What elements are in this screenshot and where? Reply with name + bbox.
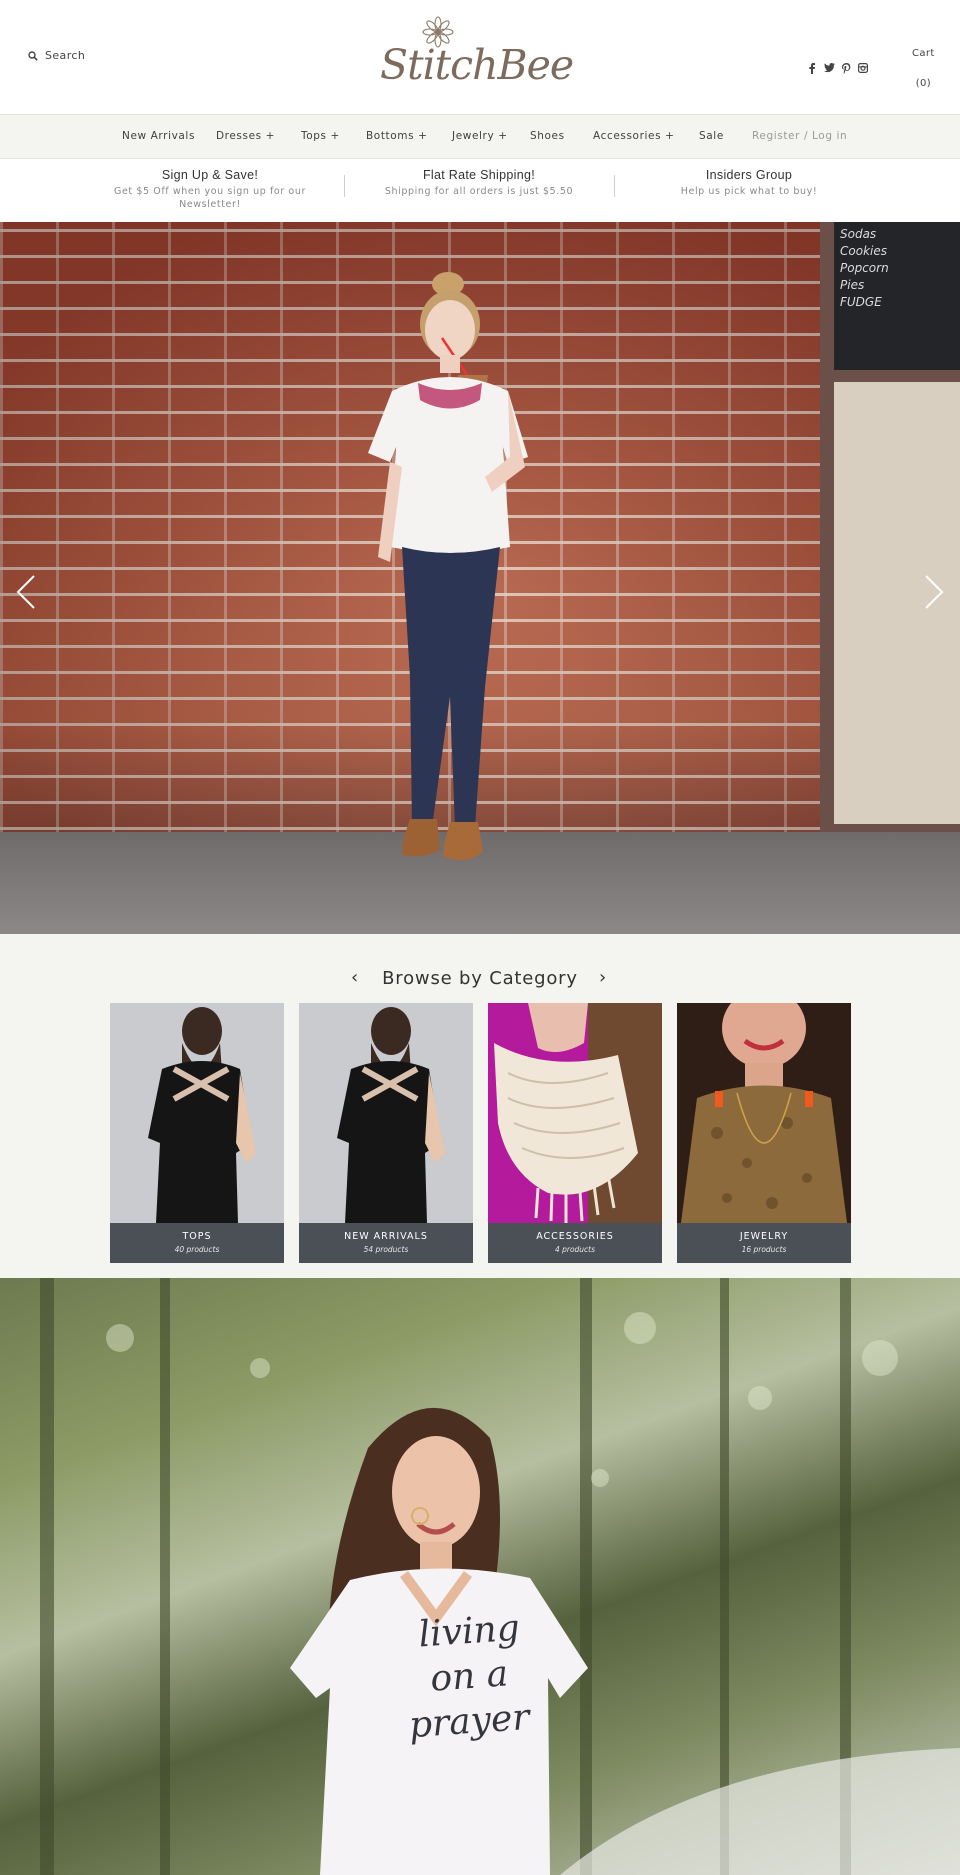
category-title: JEWELRY xyxy=(739,1231,789,1242)
category-image xyxy=(110,1003,284,1223)
cart-label: Cart xyxy=(912,48,935,59)
nav-item-new-arrivals[interactable]: New Arrivals xyxy=(122,130,195,142)
hero-slideshow[interactable]: Sodas Cookies Popcorn Pies FUDGE xyxy=(0,222,960,934)
category-card-accessories[interactable]: ACCESSORIES 4 products xyxy=(488,1003,662,1263)
category-count: 16 products xyxy=(741,1245,787,1254)
promo-bar: Sign Up & Save! Get $5 Off when you sign… xyxy=(0,159,960,222)
promo-title: Sign Up & Save! xyxy=(161,168,259,182)
category-caption: ACCESSORIES 4 products xyxy=(488,1223,662,1263)
promo-signup[interactable]: Sign Up & Save! Get $5 Off when you sign… xyxy=(95,168,325,211)
category-image xyxy=(677,1003,851,1223)
twitter-icon[interactable] xyxy=(823,62,835,74)
category-card-jewelry[interactable]: JEWELRY 16 products xyxy=(677,1003,851,1263)
shirt-text-line-2: on a xyxy=(429,1653,509,1699)
shirt-text-line-3: prayer xyxy=(408,1697,533,1746)
category-count: 54 products xyxy=(363,1245,409,1254)
main-nav: New Arrivals Dresses + Tops + Bottoms + … xyxy=(0,114,960,159)
category-title: ACCESSORIES xyxy=(536,1231,614,1242)
category-card-tops[interactable]: TOPS 40 products xyxy=(110,1003,284,1263)
nav-item-sale[interactable]: Sale xyxy=(699,130,724,142)
promo-title: Flat Rate Shipping! xyxy=(422,168,535,182)
browse-heading: Browse by Category xyxy=(382,968,578,989)
category-card-new-arrivals[interactable]: NEW ARRIVALS 54 products xyxy=(299,1003,473,1263)
category-caption: NEW ARRIVALS 54 products xyxy=(299,1223,473,1263)
cart-count: (0) xyxy=(915,78,932,89)
storefront-door: Sodas Cookies Popcorn Pies FUDGE xyxy=(820,222,960,832)
category-count: 40 products xyxy=(174,1245,220,1254)
featured-banner[interactable]: living on a prayer xyxy=(0,1278,960,1875)
browse-next-button[interactable]: › xyxy=(599,967,606,988)
pinterest-icon[interactable] xyxy=(840,62,852,74)
promo-subtitle: Get $5 Off when you sign up for our News… xyxy=(114,186,306,210)
logo-text: StitchBee xyxy=(380,41,574,89)
category-image xyxy=(488,1003,662,1223)
browse-by-category: ‹ Browse by Category › TOPS 40 products xyxy=(0,934,960,1278)
category-caption: JEWELRY 16 products xyxy=(677,1223,851,1263)
hero-prev-arrow[interactable] xyxy=(12,572,42,612)
hero-model-image xyxy=(368,272,528,861)
cart-link[interactable]: Cart (0) xyxy=(912,48,935,89)
category-caption: TOPS 40 products xyxy=(110,1223,284,1263)
chalkboard-text: Sodas Cookies Popcorn Pies FUDGE xyxy=(840,227,889,309)
nav-item-bottoms[interactable]: Bottoms + xyxy=(366,130,428,142)
promo-shipping[interactable]: Flat Rate Shipping! Shipping for all ord… xyxy=(364,168,594,198)
search-link[interactable]: Search xyxy=(28,49,85,62)
category-title: NEW ARRIVALS xyxy=(344,1231,428,1242)
facebook-icon[interactable] xyxy=(806,62,818,74)
category-title: TOPS xyxy=(182,1231,212,1242)
promo-divider xyxy=(344,175,345,197)
chalkboard-sign: Sodas Cookies Popcorn Pies FUDGE xyxy=(834,222,960,370)
promo-subtitle: Help us pick what to buy! xyxy=(680,186,818,197)
site-header: Search StitchBee Cart (0) xyxy=(0,0,960,114)
nav-account-link[interactable]: Register / Log in xyxy=(752,130,847,142)
nav-item-jewelry[interactable]: Jewelry + xyxy=(452,130,508,142)
nav-item-dresses[interactable]: Dresses + xyxy=(216,130,275,142)
category-image xyxy=(299,1003,473,1223)
instagram-icon[interactable] xyxy=(857,62,869,74)
category-count: 4 products xyxy=(554,1245,596,1254)
shirt-text-line-1: living xyxy=(417,1608,521,1656)
search-icon xyxy=(28,50,38,61)
promo-divider xyxy=(614,175,615,197)
nav-item-shoes[interactable]: Shoes xyxy=(530,130,565,142)
promo-insiders[interactable]: Insiders Group Help us pick what to buy! xyxy=(634,168,864,198)
promo-title: Insiders Group xyxy=(705,168,793,182)
hero-next-arrow[interactable] xyxy=(918,572,948,612)
search-label: Search xyxy=(45,49,86,62)
featured-banner-image: living on a prayer xyxy=(40,1278,960,1875)
promo-subtitle: Shipping for all orders is just $5.50 xyxy=(384,186,574,197)
site-logo[interactable]: StitchBee xyxy=(376,14,586,90)
social-links xyxy=(806,62,869,74)
nav-item-accessories[interactable]: Accessories + xyxy=(593,130,674,142)
nav-item-tops[interactable]: Tops + xyxy=(301,130,340,142)
